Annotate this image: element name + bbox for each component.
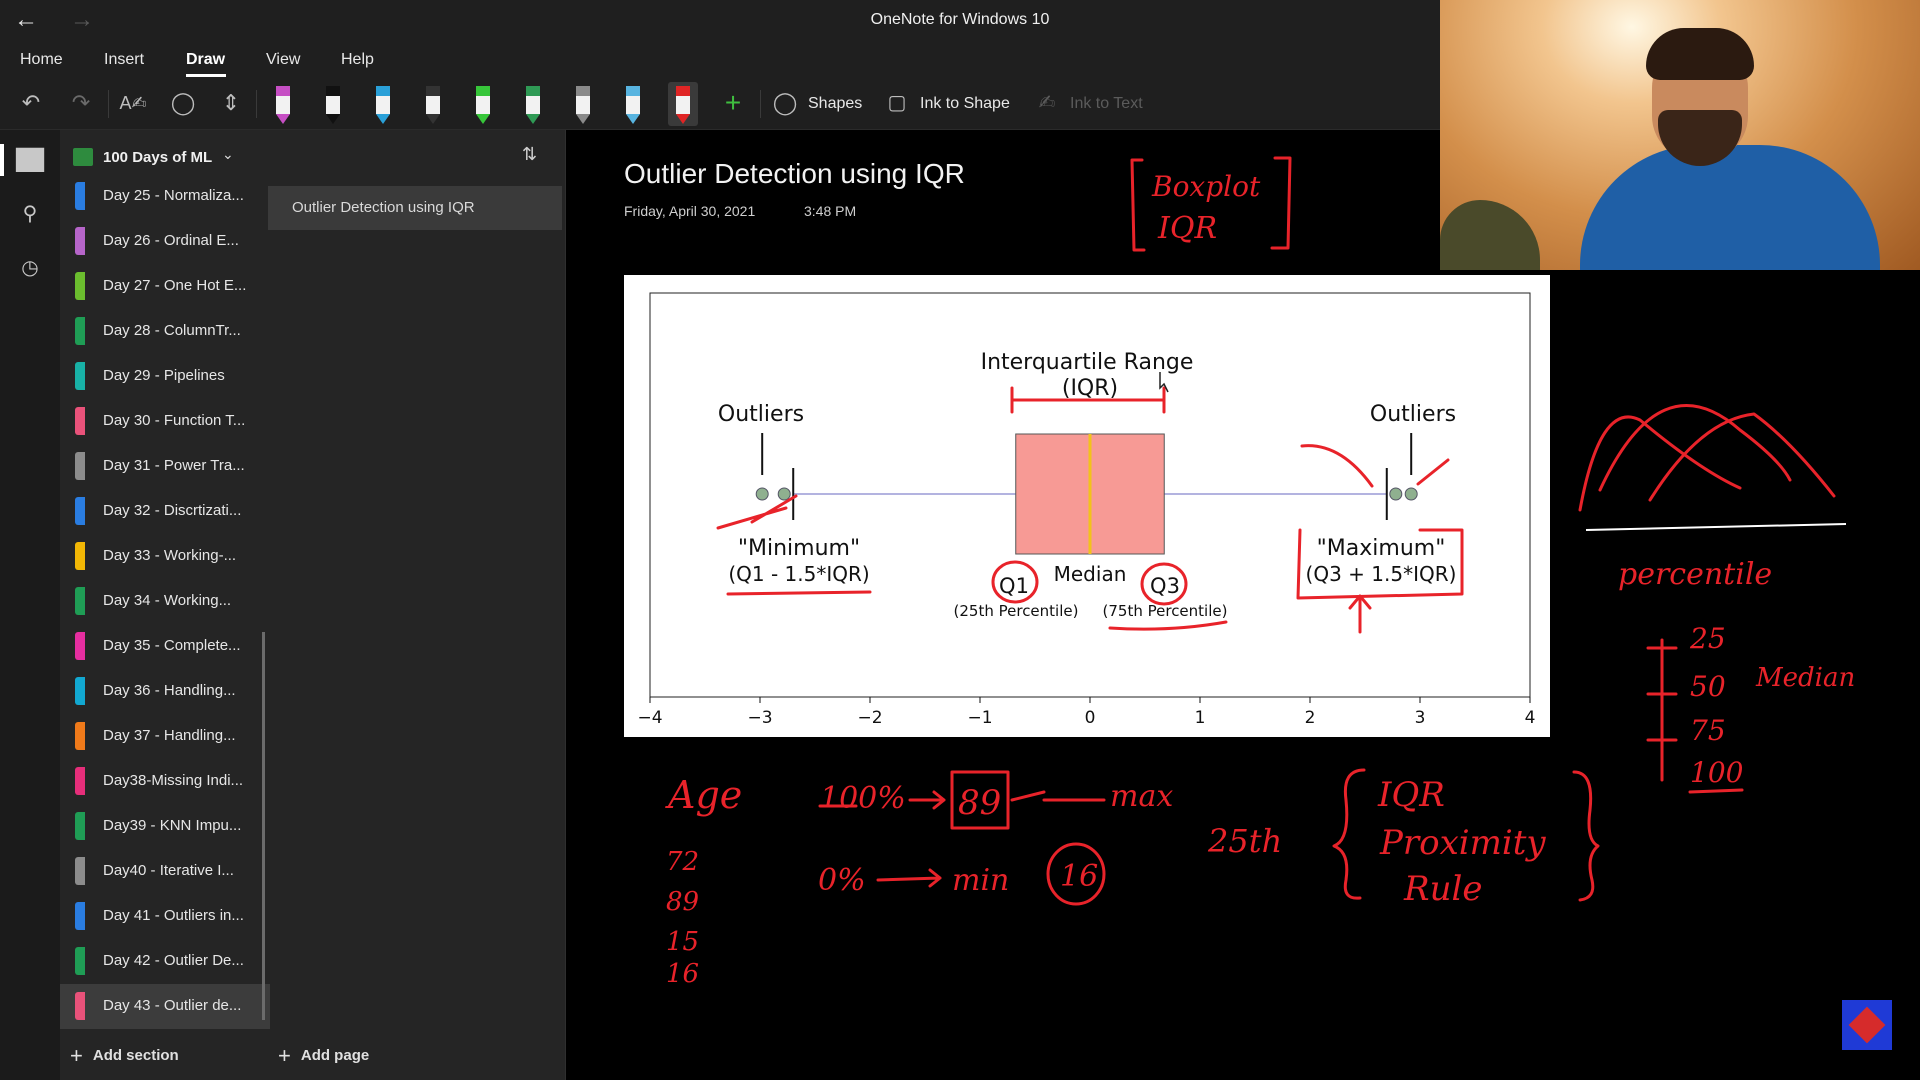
ink-arrows-right-outliers bbox=[1300, 444, 1450, 488]
ink-0pct: 0% bbox=[818, 863, 866, 898]
ink-age-2: 89 bbox=[666, 887, 699, 917]
ink-max: max bbox=[1110, 779, 1173, 814]
ink-iqr-rule: IQR bbox=[1377, 775, 1445, 815]
channel-logo-icon bbox=[1842, 1000, 1892, 1050]
ink-bracket-right bbox=[1270, 156, 1292, 250]
ink-arrow-left-outliers bbox=[716, 494, 798, 530]
ink-min: min bbox=[952, 863, 1009, 898]
ink-p100: 100 bbox=[1690, 756, 1743, 789]
ink-age-4: 16 bbox=[666, 959, 699, 989]
ink-iqr-span bbox=[1010, 386, 1166, 414]
ink-underline-100 bbox=[1688, 788, 1744, 794]
ink-arrow-min bbox=[876, 868, 942, 888]
ink-percentile-axis bbox=[1646, 638, 1678, 782]
ink-brace-right bbox=[1572, 770, 1600, 902]
ink-underline-minimum bbox=[726, 590, 872, 596]
ink-age-3: 15 bbox=[666, 927, 699, 957]
ink-brace-left bbox=[1332, 768, 1366, 900]
ink-16: 16 bbox=[1060, 859, 1098, 894]
ink-p25: 25 bbox=[1689, 622, 1726, 655]
ink-circle-q1 bbox=[991, 560, 1039, 604]
ink-box-maximum bbox=[1296, 528, 1464, 600]
presenter-shirt bbox=[1580, 145, 1880, 270]
ink-25th: 25th bbox=[1207, 822, 1282, 860]
ink-arrow-100pct bbox=[908, 790, 946, 810]
ink-bracket-left bbox=[1130, 158, 1146, 252]
ink-percentile: percentile bbox=[1618, 557, 1772, 592]
ink-proximity: Proximity bbox=[1379, 823, 1546, 863]
logo-diamond bbox=[1848, 1006, 1886, 1044]
ink-underline-q3 bbox=[1108, 620, 1228, 631]
plant-shape bbox=[1440, 200, 1540, 270]
presenter-webcam bbox=[1440, 0, 1920, 270]
ink-baseline-white bbox=[1585, 523, 1847, 531]
ink-median: Median bbox=[1755, 663, 1855, 693]
ink-rule: Rule bbox=[1403, 869, 1483, 909]
ink-age: Age bbox=[665, 773, 742, 817]
ink-p50: 50 bbox=[1690, 670, 1726, 703]
ink-p75: 75 bbox=[1690, 714, 1726, 747]
ink-circle-q3 bbox=[1140, 562, 1188, 606]
ink-89: 89 bbox=[958, 783, 1001, 823]
ink-age-1: 72 bbox=[666, 847, 699, 877]
ink-boxplot: Boxplot bbox=[1151, 170, 1261, 203]
ink-arrow-maximum bbox=[1348, 594, 1372, 634]
ink-iqr: IQR bbox=[1157, 211, 1217, 246]
presenter-hair bbox=[1646, 28, 1754, 80]
ink-arrow-max bbox=[1010, 790, 1106, 802]
ink-distribution-curves bbox=[1578, 404, 1836, 512]
ink-100pct: 100% bbox=[820, 781, 906, 816]
